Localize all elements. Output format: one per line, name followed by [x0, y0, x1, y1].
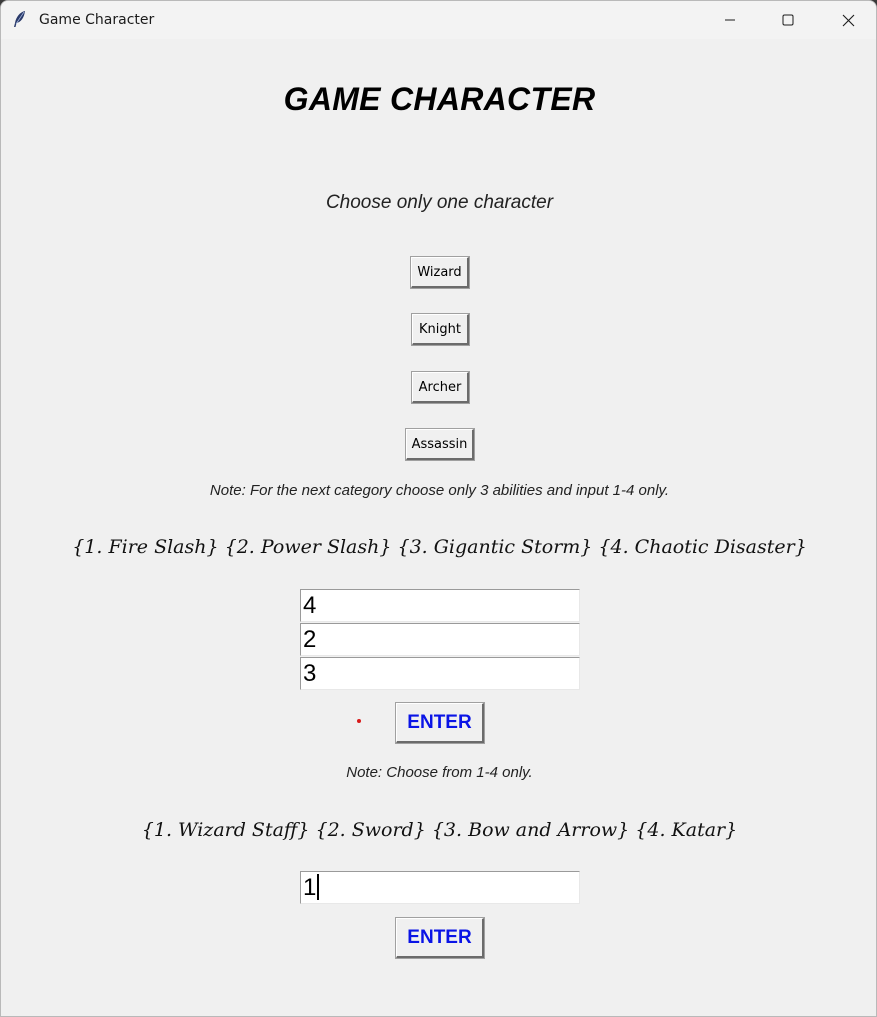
maximize-icon — [782, 14, 794, 26]
character-instruction: Choose only one character — [325, 192, 554, 213]
weapon-input[interactable]: 1 — [300, 871, 580, 904]
assassin-button[interactable]: Assassin — [405, 428, 475, 461]
close-icon — [842, 14, 855, 27]
abilities-note: Note: For the next category choose only … — [209, 482, 670, 499]
ability-input-2[interactable]: 2 — [300, 623, 580, 656]
title-bar[interactable]: Game Character — [1, 1, 876, 39]
page-title: GAME CHARACTER — [283, 81, 596, 117]
weapons-enter-button[interactable]: ENTER — [395, 917, 485, 959]
window-title: Game Character — [39, 12, 155, 28]
archer-button[interactable]: Archer — [411, 371, 470, 404]
weapons-options: {1. Wizard Staff} {2. Sword} {3. Bow and… — [141, 819, 738, 841]
ability-input-1[interactable]: 4 — [300, 589, 580, 622]
close-button[interactable] — [819, 1, 876, 39]
minimize-icon — [724, 14, 736, 26]
knight-button[interactable]: Knight — [411, 313, 470, 346]
maximize-button[interactable] — [759, 1, 817, 39]
text-caret — [317, 874, 320, 900]
weapons-note: Note: Choose from 1-4 only. — [346, 764, 533, 781]
minimize-button[interactable] — [701, 1, 759, 39]
app-window: Game Character GAME CHARACTER Choose onl… — [0, 0, 877, 1017]
wizard-button[interactable]: Wizard — [410, 256, 470, 289]
feather-icon — [12, 10, 28, 28]
abilities-enter-button[interactable]: ENTER — [395, 702, 485, 744]
weapon-input-value: 1 — [303, 874, 317, 901]
abilities-options: {1. Fire Slash} {2. Power Slash} {3. Gig… — [72, 536, 807, 558]
ability-input-3[interactable]: 3 — [300, 657, 580, 690]
indicator-dot — [357, 719, 361, 723]
